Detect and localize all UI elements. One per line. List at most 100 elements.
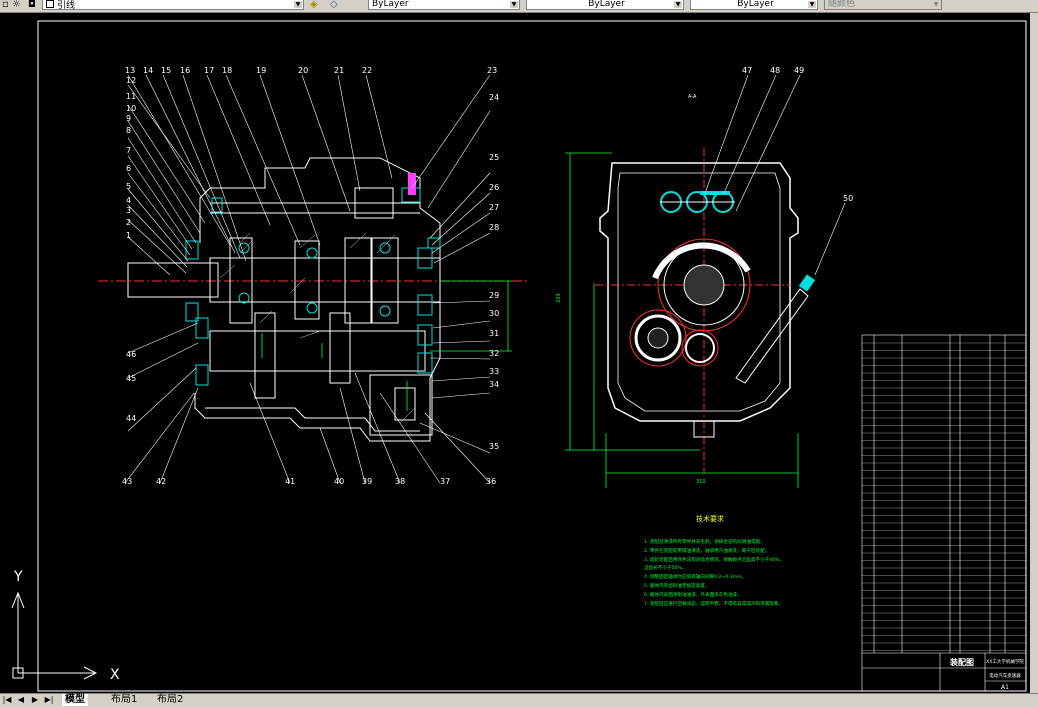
callout-40: 40	[334, 477, 344, 486]
color-value: ByLayer	[372, 0, 409, 9]
color-dropdown[interactable]: ByLayer ▼	[368, 0, 520, 10]
callout-7: 7	[126, 146, 131, 155]
drawing-name: 装配图	[949, 657, 974, 667]
cad-drawing: 13 14 15 16 17 18 19 20 21 22 23 12 11 1…	[11, 20, 1027, 692]
callout-13: 13	[125, 66, 135, 75]
callout-36: 36	[486, 477, 496, 486]
callout-41: 41	[285, 477, 295, 486]
make-layer-current-icon[interactable]: ◈	[310, 0, 318, 11]
next-tab-icon[interactable]: ▶	[30, 695, 40, 705]
callout-28: 28	[489, 223, 499, 232]
callout-48: 48	[770, 66, 780, 75]
chevron-down-icon[interactable]: ▼	[808, 1, 816, 8]
callout-30: 30	[489, 309, 499, 318]
callout-2: 2	[126, 218, 131, 227]
tech-line-5: 4. 调整固定轴承时应留有轴向间隙0.2~0.3mm。	[644, 573, 746, 580]
callout-15: 15	[161, 66, 171, 75]
callout-4: 4	[126, 196, 131, 205]
layer-state-icon[interactable]: ▫	[2, 0, 9, 11]
tab-model[interactable]: 模型	[62, 694, 88, 706]
callout-leaders	[124, 74, 491, 484]
lineweight-value: ByLayer	[737, 0, 774, 9]
callout-26: 26	[489, 183, 499, 192]
callout-21: 21	[334, 66, 344, 75]
callout-12: 12	[126, 76, 136, 85]
callout-3: 3	[126, 206, 131, 215]
callout-42: 42	[156, 477, 166, 486]
callout-31: 31	[489, 329, 499, 338]
chevron-down-icon[interactable]: ▼	[294, 1, 302, 8]
callout-14: 14	[143, 66, 153, 75]
callout-labels: 13 14 15 16 17 18 19 20 21 22 23 12 11 1…	[122, 66, 499, 486]
tech-line-3: 3. 齿轮装配后用涂色法检验啮合情况，接触斑点沿齿高不小于40%，	[644, 556, 784, 563]
callout-44: 44	[126, 414, 136, 423]
callout-38: 38	[395, 477, 405, 486]
layer-dropdown[interactable]: 引线 ▼	[42, 0, 304, 11]
tech-requirements: 技术要求 1. 装配前清洗所有零件并去毛刺，涂抹合适的润滑油或脂。 2. 零件在…	[644, 514, 784, 607]
ucs-x-label: X	[110, 667, 120, 683]
callout-43: 43	[122, 477, 132, 486]
callout-10: 10	[126, 104, 136, 113]
callout-1: 1	[126, 231, 131, 240]
chevron-down-icon[interactable]: ▼	[510, 1, 518, 8]
dim-height: 333	[556, 293, 562, 303]
tech-line-7: 6. 箱体内表面涂耐油油漆，外表面涂灰色油漆。	[644, 591, 742, 598]
callout-22: 22	[362, 66, 372, 75]
tech-line-6: 5. 箱体内装齿轮油至规定高度。	[644, 582, 710, 589]
tech-line-4: 沿齿长不小于50%。	[644, 564, 686, 571]
aa-section-view: A-A 333 310 47 48 49 50	[556, 66, 853, 488]
title-block-text: 装配图 XX工大学机械学院 电动汽车变速器 A1	[949, 657, 1024, 691]
linetype-value: ByLayer	[588, 0, 625, 9]
callout-6: 6	[126, 164, 131, 173]
callout-29: 29	[489, 291, 499, 300]
tab-layout1[interactable]: 布局1	[108, 694, 140, 706]
callout-24: 24	[489, 93, 499, 102]
callout-32: 32	[489, 349, 499, 358]
parts-list	[861, 334, 1027, 692]
callout-45: 45	[126, 374, 136, 383]
lineweight-dropdown[interactable]: ByLayer ▼	[690, 0, 818, 10]
callout-18: 18	[222, 66, 232, 75]
layer-previous-icon[interactable]: ◇	[330, 0, 338, 11]
section-label: A-A	[688, 94, 697, 100]
callout-5: 5	[126, 182, 131, 191]
dimensions-left	[261, 280, 512, 411]
callout-9: 9	[126, 114, 131, 123]
callout-33: 33	[489, 367, 499, 376]
tech-title: 技术要求	[696, 514, 724, 523]
tech-line-2: 2. 零件在装配前用煤油清洗，轴承用汽油清洗，晾干后装配。	[644, 547, 769, 554]
vertical-scrollbar[interactable]	[1030, 13, 1038, 693]
school-name: XX工大学机械学院	[986, 658, 1024, 665]
first-tab-icon[interactable]: |◀	[2, 695, 12, 705]
callout-50: 50	[843, 194, 853, 203]
last-tab-icon[interactable]: ▶|	[44, 695, 54, 705]
part-name: 电动汽车变速器	[989, 672, 1021, 679]
tab-layout2[interactable]: 布局2	[154, 694, 186, 706]
callout-11: 11	[126, 92, 136, 101]
layer-value: 引线	[57, 1, 76, 11]
properties-toolbar: ▫ ☼ ◘ 引线 ▼ ◈ ◇ ByLayer ▼ ByLayer ▼ ByLay…	[0, 0, 1038, 13]
callout-20: 20	[298, 66, 308, 75]
dim-width: 310	[696, 479, 706, 485]
ucs-y-label: Y	[13, 569, 23, 585]
bearings	[185, 187, 441, 386]
lock-icon[interactable]: ◘	[28, 0, 36, 11]
callout-49: 49	[794, 66, 804, 75]
tech-line-1: 1. 装配前清洗所有零件并去毛刺，涂抹合适的润滑油或脂。	[644, 538, 765, 545]
callout-16: 16	[180, 66, 190, 75]
layout-tab-bar: |◀ ◀ ▶ ▶| 模型 布局1 布局2	[0, 693, 1038, 707]
sun-icon[interactable]: ☼	[12, 0, 21, 11]
linetype-dropdown[interactable]: ByLayer ▼	[526, 0, 684, 10]
callout-17: 17	[204, 66, 214, 75]
plotstyle-dropdown[interactable]: 随颜色 ▼	[824, 0, 942, 10]
tech-line-8: 7. 装配后应进行空载试验，运转平稳，不得有异常噪声和渗漏现象。	[644, 600, 783, 607]
prev-tab-icon[interactable]: ◀	[16, 695, 26, 705]
chevron-down-icon[interactable]: ▼	[932, 1, 940, 8]
model-space-canvas[interactable]: 13 14 15 16 17 18 19 20 21 22 23 12 11 1…	[0, 13, 1030, 693]
callout-39: 39	[362, 477, 372, 486]
ucs-icon	[11, 591, 98, 680]
section-hatching	[219, 232, 416, 424]
callout-27: 27	[489, 203, 499, 212]
callout-46: 46	[126, 350, 136, 359]
chevron-down-icon[interactable]: ▼	[674, 1, 682, 8]
